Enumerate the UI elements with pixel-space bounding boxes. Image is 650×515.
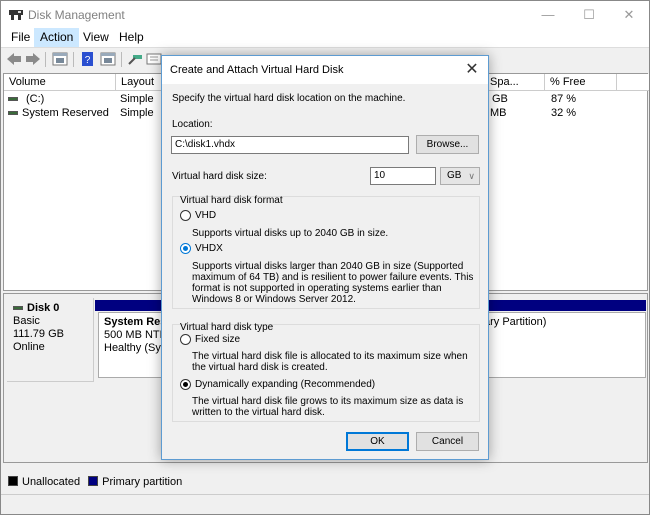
size-unit-select[interactable]: GB ∨ (440, 167, 480, 185)
volume-icon (8, 111, 18, 116)
location-label: Location: (172, 119, 213, 130)
dynamically-expanding-label[interactable]: Dynamically expanding (Recommended) (195, 379, 375, 390)
column-header-layout[interactable]: Layout (116, 74, 166, 91)
disk-management-app-icon (9, 10, 23, 20)
create-vhd-dialog: Create and Attach Virtual Hard Disk ✕ Sp… (161, 55, 489, 460)
type-group-title: Virtual hard disk type (180, 322, 274, 333)
svg-text:?: ? (85, 55, 91, 66)
disk-size: 111.79 GB (13, 328, 64, 340)
dynamically-expanding-radio[interactable] (180, 379, 191, 390)
disk-status: Online (13, 341, 45, 353)
toolbar-separator (45, 52, 46, 67)
vhd-label[interactable]: VHD (195, 210, 216, 221)
column-header-free-space[interactable]: Spa... (487, 74, 545, 91)
maximize-button[interactable]: ☐ (569, 1, 609, 28)
legend: Unallocated Primary partition (3, 476, 182, 492)
vhd-description: Supports virtual disks up to 2040 GB in … (192, 228, 389, 239)
free-space-cell: GB (492, 93, 508, 105)
column-header-pct-free[interactable]: % Free (545, 74, 617, 91)
back-icon[interactable] (6, 52, 22, 66)
volume-name: System Reserved (22, 107, 109, 119)
window-title: Disk Management (28, 8, 125, 22)
fixed-size-label[interactable]: Fixed size (195, 334, 240, 345)
column-header-volume[interactable]: Volume (4, 74, 116, 91)
column-header-extra[interactable] (617, 74, 649, 91)
disk-type: Basic (13, 315, 40, 327)
close-window-button[interactable]: ✕ (609, 1, 649, 28)
dynamically-expanding-description: The virtual hard disk file grows to its … (192, 396, 464, 418)
size-input[interactable]: 10 (370, 167, 436, 185)
minimize-button[interactable]: — (528, 1, 568, 28)
type-group: Virtual hard disk type Fixed size The vi… (172, 322, 480, 422)
connect-icon[interactable] (127, 52, 143, 66)
dialog-title: Create and Attach Virtual Hard Disk (170, 64, 344, 76)
show-hide-action-pane-icon[interactable] (100, 52, 116, 66)
disk-0-label[interactable]: Disk 0 Basic 111.79 GB Online (7, 298, 94, 382)
dialog-close-button[interactable]: ✕ (461, 59, 483, 81)
vhdx-description: Supports virtual disks larger than 2040 … (192, 261, 474, 305)
free-space-cell: MB (490, 107, 507, 119)
legend-label-unallocated: Unallocated (22, 476, 81, 488)
instructions-text: Specify the virtual hard disk location o… (172, 93, 406, 104)
menu-action[interactable]: Action (34, 28, 80, 47)
legend-swatch-unallocated (8, 476, 18, 486)
volume-name: (C:) (26, 93, 45, 105)
pct-free-cell: 32 % (551, 107, 577, 119)
vhd-radio[interactable] (180, 210, 191, 221)
format-group: Virtual hard disk format VHD Supports vi… (172, 195, 480, 309)
forward-icon[interactable] (25, 52, 41, 66)
layout-cell: Simple (120, 107, 154, 119)
menu-help[interactable]: Help (113, 28, 150, 47)
browse-button[interactable]: Browse... (416, 135, 479, 154)
pct-free-cell: 87 % (551, 93, 577, 105)
help-icon[interactable]: ? (80, 52, 96, 66)
disk-icon (13, 306, 23, 311)
size-unit-value: GB (447, 170, 462, 181)
dialog-title-bar: Create and Attach Virtual Hard Disk ✕ (162, 56, 488, 84)
ok-button[interactable]: OK (346, 432, 409, 451)
format-group-title: Virtual hard disk format (180, 195, 283, 206)
toolbar-separator (121, 52, 122, 67)
vhdx-label[interactable]: VHDX (195, 243, 223, 254)
partition-status: Healthy (Syste (104, 342, 170, 354)
menu-view[interactable]: View (77, 28, 115, 47)
title-bar: Disk Management — ☐ ✕ (1, 1, 649, 28)
partition-status: ary Partition) (484, 316, 547, 328)
legend-label-primary: Primary partition (102, 476, 183, 488)
show-hide-console-tree-icon[interactable] (52, 52, 68, 66)
volume-cell: System Reserved (8, 106, 109, 121)
location-input[interactable]: C:\disk1.vhdx (171, 136, 409, 154)
partition-title: System Rese (104, 316, 170, 328)
vhdx-radio[interactable] (180, 243, 191, 254)
toolbar-separator (73, 52, 74, 67)
fixed-size-radio[interactable] (180, 334, 191, 345)
volume-cell: (C:) (8, 92, 44, 107)
volume-icon (8, 97, 18, 102)
partition-system-reserved[interactable]: System Rese 500 MB NTFS Healthy (Syste (98, 312, 170, 378)
partition-size: 500 MB NTFS (104, 329, 170, 341)
status-bar (1, 494, 649, 514)
properties-icon[interactable] (146, 52, 162, 66)
cancel-button[interactable]: Cancel (416, 432, 479, 451)
size-label: Virtual hard disk size: (172, 171, 267, 182)
menu-file[interactable]: File (5, 28, 36, 47)
chevron-down-icon: ∨ (468, 171, 475, 181)
legend-swatch-primary (88, 476, 99, 486)
layout-cell: Simple (120, 93, 154, 105)
menu-bar: File Action View Help (1, 28, 649, 47)
fixed-size-description: The virtual hard disk file is allocated … (192, 351, 468, 373)
disk-name: Disk 0 (27, 302, 60, 314)
